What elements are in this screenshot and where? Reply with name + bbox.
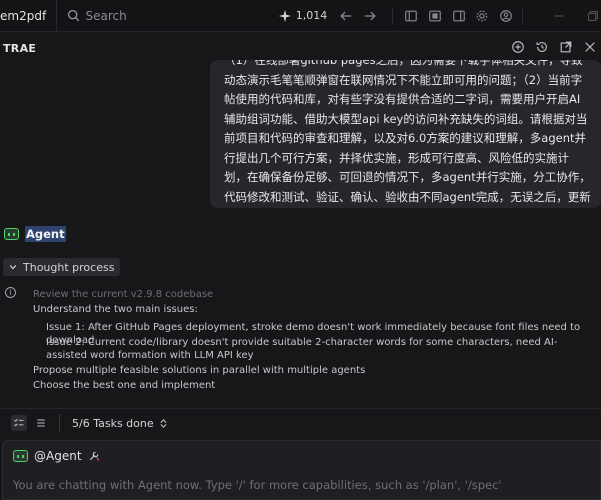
agent-name: Agent bbox=[25, 226, 66, 242]
minimize-icon[interactable] bbox=[551, 8, 567, 24]
panel-title: TRAE bbox=[3, 41, 37, 55]
thought-line: Propose multiple feasible solutions in p… bbox=[33, 365, 366, 376]
agent-logo-icon bbox=[13, 450, 28, 462]
tasks-status-label: 5/6 Tasks done bbox=[72, 416, 154, 430]
history-icon[interactable] bbox=[535, 40, 549, 54]
user-message-text: （1）在线部署github pages之后，因为需要下载字体相关文件，导致动态演… bbox=[224, 60, 591, 204]
divider bbox=[522, 6, 524, 25]
new-chat-icon[interactable] bbox=[511, 40, 525, 54]
divider bbox=[55, 0, 57, 32]
task-list-icon[interactable] bbox=[11, 415, 27, 431]
divider bbox=[59, 414, 60, 432]
agent-logo-icon bbox=[4, 228, 19, 240]
info-icon: i bbox=[5, 287, 16, 298]
sidebar-toggle-icon[interactable] bbox=[403, 8, 419, 24]
chat-input-box[interactable]: @Agent bbox=[2, 440, 601, 500]
thought-line: Review the current v2.9.8 codebase bbox=[33, 289, 214, 300]
tools-icon bbox=[89, 451, 99, 461]
divider bbox=[391, 6, 393, 25]
thought-line: Issue 2: Current code/library doesn't pr… bbox=[46, 337, 558, 361]
open-external-icon[interactable] bbox=[559, 40, 573, 54]
agent-mention[interactable]: @Agent bbox=[13, 449, 100, 463]
agent-header: Agent bbox=[4, 226, 66, 242]
sparkle-icon bbox=[278, 9, 291, 22]
credits-counter[interactable]: 1,014 bbox=[278, 9, 328, 23]
list-view-icon[interactable] bbox=[33, 415, 49, 431]
tasks-status[interactable]: 5/6 Tasks done bbox=[72, 417, 168, 430]
search-icon bbox=[67, 9, 79, 22]
ai-panel-icon[interactable] bbox=[427, 8, 443, 24]
agent-mention-label: @Agent bbox=[34, 449, 82, 463]
thought-line: Choose the best one and implement bbox=[33, 380, 216, 391]
account-icon[interactable] bbox=[498, 8, 514, 24]
restore-window-icon[interactable] bbox=[585, 8, 601, 24]
forward-arrow-icon[interactable] bbox=[362, 8, 378, 24]
panel-right-icon[interactable] bbox=[451, 8, 467, 24]
back-arrow-icon[interactable] bbox=[338, 8, 354, 24]
close-panel-icon[interactable] bbox=[583, 40, 597, 54]
search-placeholder: Search bbox=[85, 8, 127, 23]
expand-collapse-icon bbox=[160, 418, 167, 428]
project-name[interactable]: em2pdf bbox=[0, 9, 56, 23]
settings-gear-icon[interactable] bbox=[475, 8, 491, 24]
thought-line: Understand the two main issues: bbox=[33, 304, 198, 315]
user-message-bubble: （1）在线部署github pages之后，因为需要下载字体相关文件，导致动态演… bbox=[210, 60, 601, 208]
panel-header: TRAE bbox=[0, 33, 601, 63]
credits-value: 1,014 bbox=[295, 9, 328, 22]
tasks-bar: 5/6 Tasks done bbox=[0, 408, 601, 437]
chat-input-field[interactable] bbox=[13, 478, 593, 492]
chevron-down-icon bbox=[9, 265, 17, 270]
search-box[interactable]: Search bbox=[67, 9, 275, 23]
thought-process-toggle[interactable]: Thought process bbox=[3, 258, 121, 276]
thought-process-label: Thought process bbox=[23, 260, 115, 274]
title-bar: em2pdf Search 1,014 bbox=[0, 0, 601, 32]
